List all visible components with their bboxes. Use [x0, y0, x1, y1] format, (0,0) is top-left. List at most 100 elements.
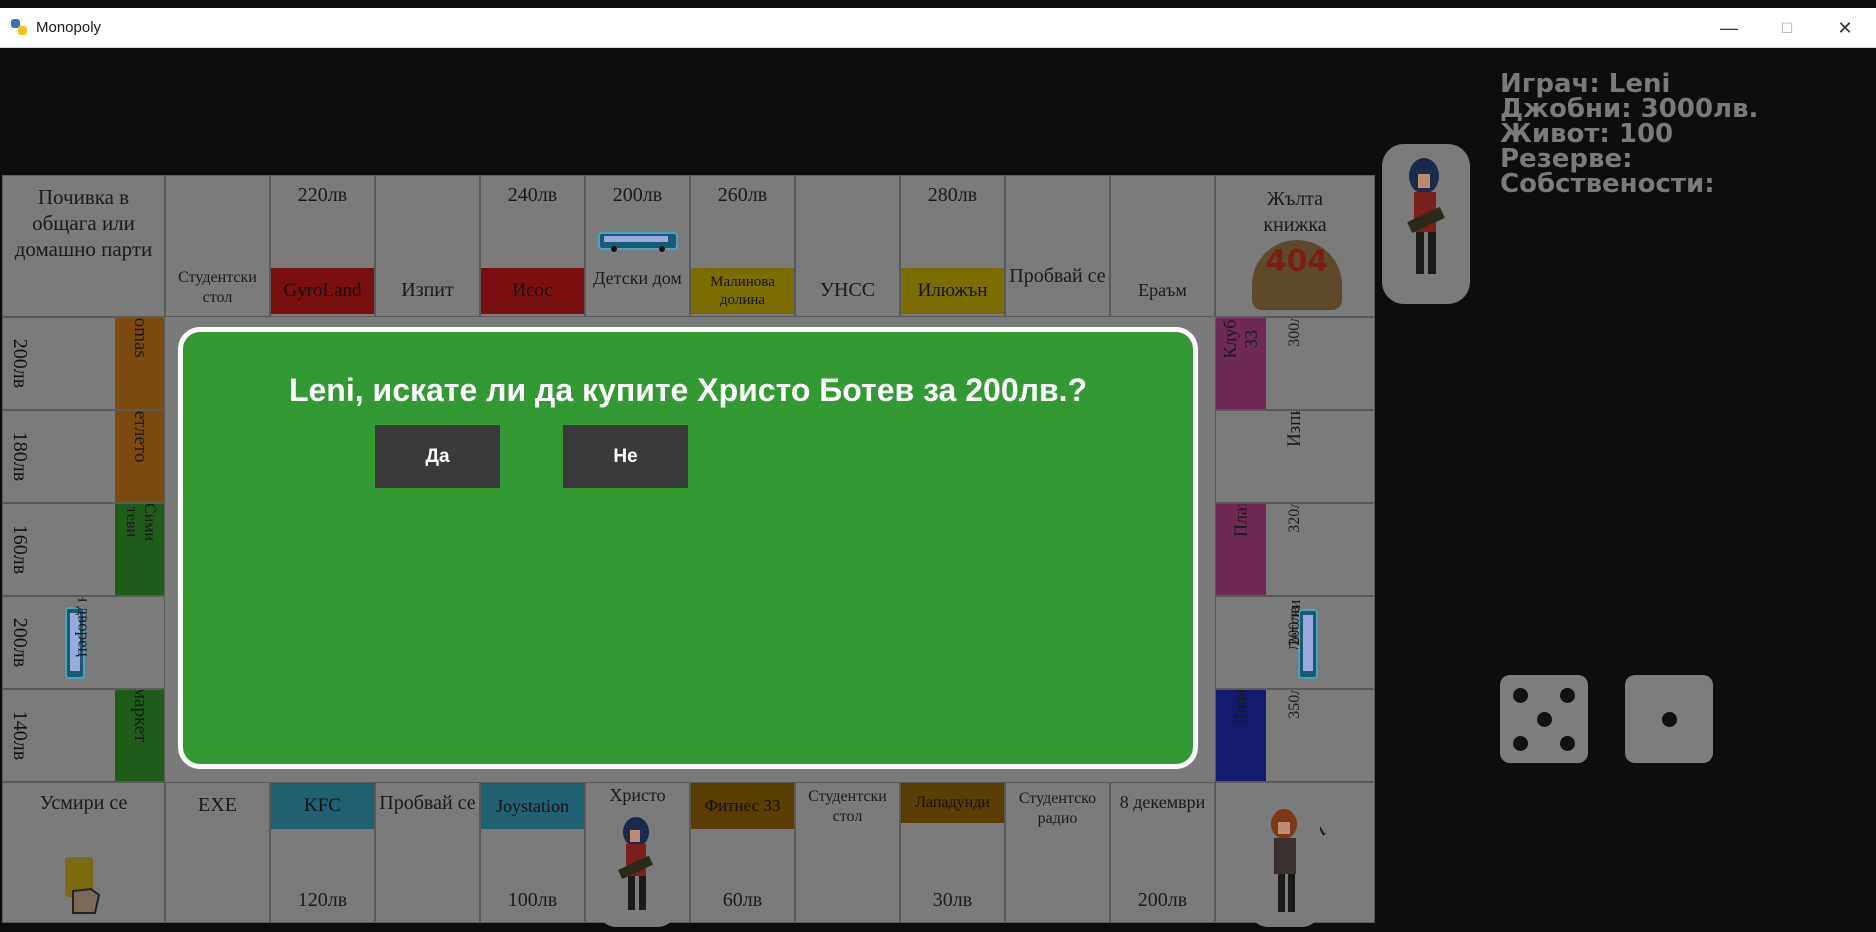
die-pip — [1560, 736, 1575, 751]
cell-name: Изпит — [401, 279, 454, 301]
minimize-button[interactable]: — — [1700, 8, 1758, 48]
cell-top-2: 220лв GyroLand — [270, 175, 375, 317]
cell-top-4: 240лв Исос — [480, 175, 585, 317]
cell-right-0: Клуб 33 300лв — [1215, 317, 1375, 410]
player-info-panel: Играч: Leni Джобни: 3000лв. Живот: 100 Р… — [1500, 71, 1758, 199]
cell-name: УНСС — [819, 279, 876, 301]
cell-price: 200лв — [1137, 889, 1188, 911]
cell-name: Студентски стол — [808, 788, 887, 825]
cell-price: 140лв — [9, 710, 32, 761]
die-pip — [1537, 712, 1552, 727]
cell-name: Студентски стол — [178, 269, 257, 306]
corner-calm-down: Усмири се — [2, 782, 165, 923]
player-properties: Собствености: — [1500, 169, 1715, 199]
cell-right-1: Изпит — [1215, 410, 1375, 503]
purchase-dialog: Leni, искате ли да купите Христо Ботев з… — [178, 327, 1198, 769]
cell-price: 120лв — [297, 889, 348, 911]
cell-name: Малинова долина — [691, 268, 794, 314]
cell-bottom-9: Студентско радио — [1005, 782, 1110, 923]
cell-price: 280лв — [927, 184, 978, 206]
cell-name: Студентско радио — [1018, 790, 1097, 827]
python-icon — [11, 19, 27, 35]
cell-bottom-6: Фитнес 33 60лв — [690, 782, 795, 923]
cell-name: Фитнес 33 — [691, 783, 794, 829]
cell-left-1: 180лв Петлето — [2, 410, 165, 503]
cell-bottom-1: EXE — [165, 782, 270, 923]
cell-name: Клуб 33 — [1220, 319, 1261, 359]
cell-top-6: 260лв Малинова долина — [690, 175, 795, 317]
corner-party: Почивка в общага или домашно парти — [2, 175, 165, 317]
cell-price: 30лв — [932, 889, 973, 911]
cell-price: 240лв — [507, 184, 558, 206]
close-button[interactable]: ✕ — [1816, 8, 1874, 48]
cell-name: Тмаркет — [130, 689, 151, 743]
player-token-on-board — [598, 808, 676, 927]
player-token-arrest — [1250, 798, 1320, 927]
cell-price: 180лв — [9, 431, 32, 482]
cell-name: Зимен дворец — [74, 596, 94, 657]
cell-price: 160лв — [9, 524, 32, 575]
cell-top-10: Ераъм — [1110, 175, 1215, 317]
cell-name: Пробвай се — [379, 792, 476, 814]
guitarist-token-icon — [1407, 158, 1445, 274]
cell-right-4: Дианабад 350лв — [1215, 689, 1375, 782]
cell-name: Илюжън — [901, 268, 1004, 314]
cell-left-3: 200лв Зимен дворец — [2, 596, 165, 689]
cell-name: KFC — [271, 783, 374, 829]
yes-button[interactable]: Да — [375, 425, 500, 488]
cell-left-2: 160лв Сими теви — [2, 503, 165, 596]
cell-name: Жълта книжка — [1263, 188, 1327, 236]
cell-price: 200лв — [1286, 606, 1303, 646]
cell-bottom-2: KFC 120лв — [270, 782, 375, 923]
cell-left-0: 200лв Domas — [2, 317, 165, 410]
cell-name: Плаза — [1230, 503, 1251, 538]
yellow-card-icon — [65, 857, 101, 914]
cell-name: 8 декември — [1119, 792, 1206, 812]
cell-top-3: Изпит — [375, 175, 480, 317]
cell-price: 350лв — [1286, 689, 1303, 719]
cell-bottom-8: Лападунди 30лв — [900, 782, 1005, 923]
cell-name: Дианабад — [1231, 689, 1250, 725]
guitarist-token-icon — [617, 817, 654, 910]
player-token-card — [1382, 144, 1470, 304]
cell-price: 200лв — [9, 617, 32, 668]
cell-bottom-4: Joystation 100лв — [480, 782, 585, 923]
die-pip — [1560, 688, 1575, 703]
window-titlebar: Monopoly — ☐ ✕ — [0, 8, 1876, 48]
cell-price: 200лв — [612, 184, 663, 206]
maximize-button[interactable]: ☐ — [1758, 8, 1816, 48]
bus-icon — [598, 232, 678, 252]
die-one[interactable] — [1500, 675, 1588, 763]
cell-price: 100лв — [507, 889, 558, 911]
cell-name: Петлето — [130, 410, 151, 463]
die-pip — [1513, 736, 1528, 751]
redhead-token-icon — [1271, 809, 1297, 912]
cell-name: Исос — [481, 268, 584, 314]
cell-name: GyroLand — [271, 268, 374, 314]
cell-bottom-10: 8 декември 200лв — [1110, 782, 1215, 923]
cell-price: 260лв — [717, 184, 768, 206]
cell-name: Пробвай се — [1009, 265, 1106, 287]
cell-price: 200лв — [9, 338, 32, 389]
die-two[interactable] — [1625, 675, 1713, 763]
cell-name: EXE — [198, 794, 237, 816]
purchase-question: Leni, искате ли да купите Христо Ботев з… — [288, 372, 1088, 408]
cell-top-1: Студентски стол — [165, 175, 270, 317]
cell-left-4: 140лв Тмаркет — [2, 689, 165, 782]
maximize-icon: ☐ — [1780, 19, 1794, 36]
cell-top-9: Пробвай се — [1005, 175, 1110, 317]
window-title: Monopoly — [36, 19, 102, 36]
cell-name: Почивка в общага или домашно парти — [14, 185, 153, 261]
cell-name: Детски дом — [593, 268, 682, 288]
cell-name: Сими теви — [123, 503, 158, 541]
yellow-book-logo: 404 — [1252, 240, 1342, 310]
cell-price: 60лв — [722, 889, 763, 911]
no-button[interactable]: Не — [563, 425, 688, 488]
cell-name: Усмири се — [39, 792, 128, 814]
cell-bottom-7: Студентски стол — [795, 782, 900, 923]
cell-right-2: Плаза 320лв — [1215, 503, 1375, 596]
cell-right-3: Детски ясли 200лв — [1215, 596, 1375, 689]
cell-name: Joystation — [481, 783, 584, 829]
die-pip — [1662, 712, 1677, 727]
cell-price: 320лв — [1286, 503, 1303, 533]
